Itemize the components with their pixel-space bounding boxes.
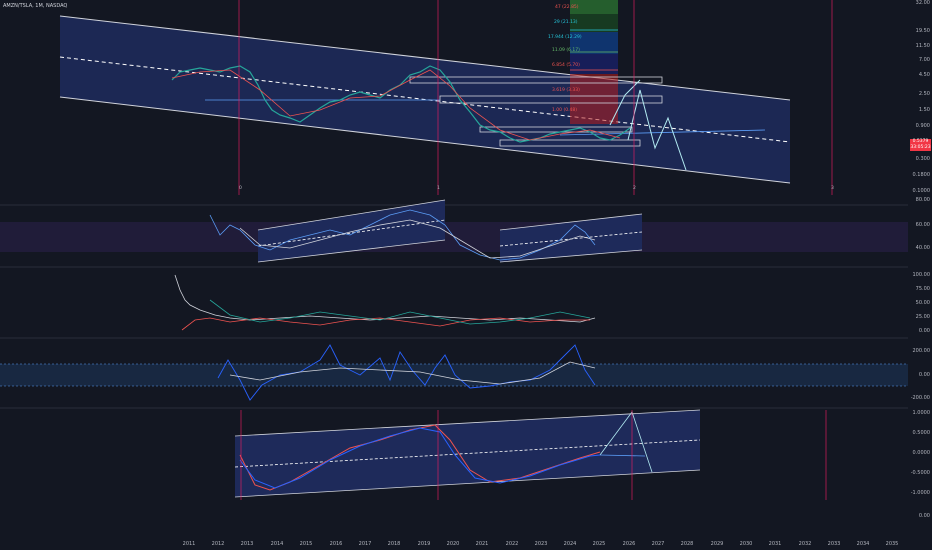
axis-tick: 2.50 [918,91,930,97]
cycle-label: 3 [831,186,834,191]
year-label: 2025 [592,541,606,547]
year-label: 2012 [211,541,225,547]
fib-label: 6.854 (5.70) [552,63,580,68]
fib-label: 11.09 (6.17) [552,48,580,53]
year-label: 2035 [885,541,899,547]
fib-blocks [570,0,618,124]
axis-tick: 1.0000 [912,410,931,416]
axis-tick: 0.00 [918,513,930,519]
year-label: 2027 [651,541,665,547]
cycle-label: 0 [239,186,242,191]
fib-label: 17.944 (12.29) [548,35,582,40]
cycle-label: 2 [633,186,636,191]
fib-label: 29 (21.13) [554,20,578,25]
oscillator-2-pane [174,274,596,331]
axis-tick: 0.00 [918,372,930,378]
axis-tick: 80.00 [915,197,930,203]
fib-label: 1.00 (0.48) [552,108,577,113]
oscillator-1-pane [0,199,908,263]
year-label: 2013 [240,541,254,547]
year-label: 2021 [475,541,489,547]
axis-tick: 0.1800 [912,172,931,178]
axis-tick: 11.50 [915,43,930,49]
countdown: 33:05:23 [910,145,931,150]
year-label: 2014 [270,541,284,547]
year-label: 2022 [505,541,519,547]
axis-tick: 75.00 [915,286,930,292]
current-price-badge: 0.5379 33:05:23 [910,139,931,151]
year-label: 2011 [182,541,196,547]
axis-tick: 100.00 [912,272,931,278]
axis-tick: -200.00 [910,395,930,401]
year-label: 2018 [387,541,401,547]
axis-tick: 0.5000 [912,430,931,436]
price-axis[interactable]: 32.00 19.50 11.50 7.00 4.50 2.50 1.50 0.… [908,0,932,550]
fib-label: 47 (22.85) [555,5,579,10]
year-label: 2031 [768,541,782,547]
price-channel [59,15,791,184]
year-label: 2033 [827,541,841,547]
axis-tick: -0.5000 [910,470,930,476]
cycle-label: 1 [437,186,440,191]
year-label: 2034 [856,541,870,547]
axis-tick: 25.00 [915,314,930,320]
year-label: 2019 [417,541,431,547]
year-label: 2016 [329,541,343,547]
fib-label: 3.619 (3.33) [552,88,580,93]
axis-tick: 1.50 [918,107,930,113]
year-label: 2017 [358,541,372,547]
axis-tick: 0.1000 [912,188,931,194]
year-label: 2024 [563,541,577,547]
year-label: 2028 [680,541,694,547]
axis-tick: 0.0000 [912,450,931,456]
year-label: 2032 [798,541,812,547]
axis-tick: 0.300 [915,156,930,162]
axis-tick: -1.0000 [910,490,930,496]
axis-tick: 32.00 [915,0,930,6]
axis-tick: 0.00 [918,328,930,334]
axis-tick: 7.00 [918,57,930,63]
year-label: 2023 [534,541,548,547]
axis-tick: 50.00 [915,300,930,306]
axis-tick: 200.00 [912,348,931,354]
axis-tick: 0.900 [915,123,930,129]
oscillator-4-pane [234,409,701,498]
axis-tick: 4.50 [918,72,930,78]
symbol-label[interactable]: AMZN/TSLA, 1M, NASDAQ [3,3,67,9]
year-label: 2030 [739,541,753,547]
year-label: 2029 [710,541,724,547]
oscillator-3-pane [0,344,908,401]
year-label: 2020 [446,541,460,547]
year-label: 2015 [299,541,313,547]
year-label: 2026 [622,541,636,547]
axis-tick: 19.50 [915,28,930,34]
axis-tick: 40.00 [915,245,930,251]
axis-tick: 60.00 [915,222,930,228]
chart-canvas[interactable] [0,0,908,550]
